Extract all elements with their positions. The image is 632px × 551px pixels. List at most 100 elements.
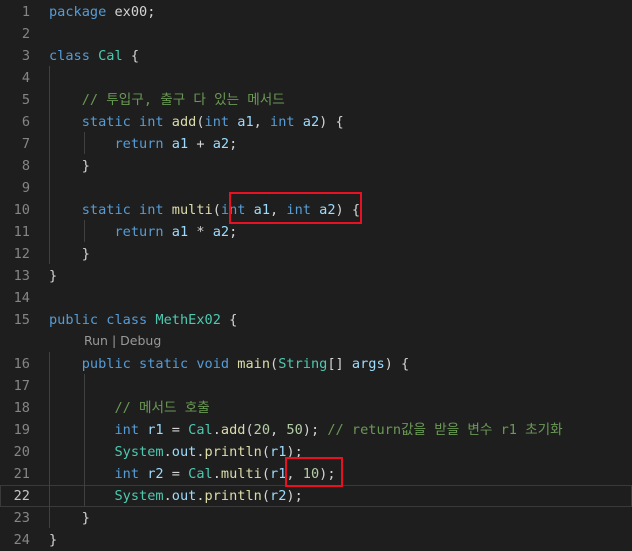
code-token: ( (261, 488, 271, 504)
code-token: Cal (188, 422, 213, 438)
code-token: ); (302, 422, 328, 438)
code-token: r1 (270, 444, 287, 460)
code-token: package (49, 4, 107, 20)
line-number: 3 (21, 48, 30, 64)
code-line[interactable]: 18 // 메서드 호출 (0, 397, 632, 419)
code-token: // 투입구, 출구 다 있는 메서드 (81, 92, 285, 108)
code-token: + (188, 136, 213, 152)
code-token: return (114, 136, 164, 152)
debug-codelens-link[interactable]: Debug (120, 333, 161, 348)
code-editor[interactable]: 24} 23 } 22 System.out.println(r2); 21 int … (0, 0, 632, 550)
code-token: out (171, 444, 197, 460)
code-token: ( (261, 444, 271, 460)
code-token: println (204, 444, 262, 460)
code-token: ( (245, 422, 254, 438)
code-line[interactable]: 5 // 투입구, 출구 다 있는 메서드 (0, 89, 632, 111)
line-number: 22 (13, 488, 30, 504)
code-text: public static void main(String[] args) { (49, 353, 409, 375)
code-line[interactable]: 7 return a1 + a2; (0, 133, 632, 155)
code-line[interactable]: 17 (0, 375, 632, 397)
line-number: 24 (13, 532, 30, 548)
code-line[interactable]: 22 System.out.println(r2); (0, 485, 632, 507)
code-token: MethEx02 (155, 312, 221, 328)
code-token: . (196, 444, 205, 460)
code-token: . (212, 422, 221, 438)
codelens: Run | Debug (84, 330, 161, 352)
code-token: class (106, 312, 148, 328)
code-token: int (114, 422, 140, 438)
line-number: 5 (21, 92, 30, 108)
code-token: . (163, 444, 172, 460)
indent-guide (84, 132, 85, 154)
code-line[interactable]: 15 public class MethEx02 { (0, 309, 632, 331)
code-text: int r1 = Cal.add(20, 50); // return값을 받을… (49, 419, 562, 441)
indent-guide (84, 220, 85, 242)
line-number: 16 (13, 356, 30, 372)
code-token: String (278, 356, 328, 372)
code-line[interactable]: 14 (0, 287, 632, 309)
code-line[interactable]: 16 public static void main(String[] args… (0, 353, 632, 375)
code-token: a1 (171, 224, 189, 240)
code-text: } (49, 507, 90, 529)
code-token: } (49, 158, 90, 174)
code-token: a2 (302, 114, 320, 130)
code-token: System (114, 444, 164, 460)
code-token: [] (327, 356, 352, 372)
code-token: static (81, 202, 131, 218)
code-token: public (49, 312, 99, 328)
code-token: { (220, 312, 238, 328)
code-token: Cal (98, 48, 123, 64)
code-token: // 메서드 호출 (114, 400, 210, 416)
highlight-box-arguments (285, 457, 343, 487)
code-token: 20 (253, 422, 271, 438)
code-token: System (114, 488, 164, 504)
code-token: multi (220, 466, 262, 482)
code-token: main (237, 356, 271, 372)
code-token: , (270, 422, 287, 438)
code-line[interactable]: 8 } (0, 155, 632, 177)
code-token: * (188, 224, 213, 240)
code-text: return a1 * a2; (49, 221, 237, 243)
code-token: a1 (171, 136, 189, 152)
code-line[interactable]: 19 int r1 = Cal.add(20, 50); // return값을… (0, 419, 632, 441)
code-line[interactable]: 3 class Cal { (0, 45, 632, 67)
code-token: static (81, 114, 131, 130)
code-token: void (196, 356, 230, 372)
code-line[interactable]: 13} (0, 265, 632, 287)
code-line[interactable]: 12 } (0, 243, 632, 265)
code-token: println (204, 488, 262, 504)
code-line[interactable]: 2 (0, 23, 632, 45)
run-codelens-link[interactable]: Run (84, 333, 108, 348)
code-line[interactable]: 4 (0, 67, 632, 89)
line-number: 8 (21, 158, 30, 174)
code-line[interactable]: 24} (0, 529, 632, 551)
code-token: { (122, 48, 140, 64)
code-line[interactable]: 23 } (0, 507, 632, 529)
code-line[interactable]: 11 return a1 * a2; (0, 221, 632, 243)
code-token: static (139, 356, 189, 372)
code-token: a2 (212, 224, 230, 240)
code-text: } (49, 265, 57, 287)
code-token: } (49, 246, 90, 262)
line-number: 21 (13, 466, 30, 482)
code-token: public (81, 356, 131, 372)
code-token: r1 (270, 466, 287, 482)
code-line[interactable]: 6 static int add(int a1, int a2) { (0, 111, 632, 133)
code-line[interactable]: 1 package ex00; (0, 1, 632, 23)
code-token: . (163, 488, 172, 504)
indent-guide (49, 66, 50, 264)
code-text: class Cal { (49, 45, 139, 67)
line-number: 23 (13, 510, 30, 526)
code-text: System.out.println(r2); (49, 485, 302, 507)
